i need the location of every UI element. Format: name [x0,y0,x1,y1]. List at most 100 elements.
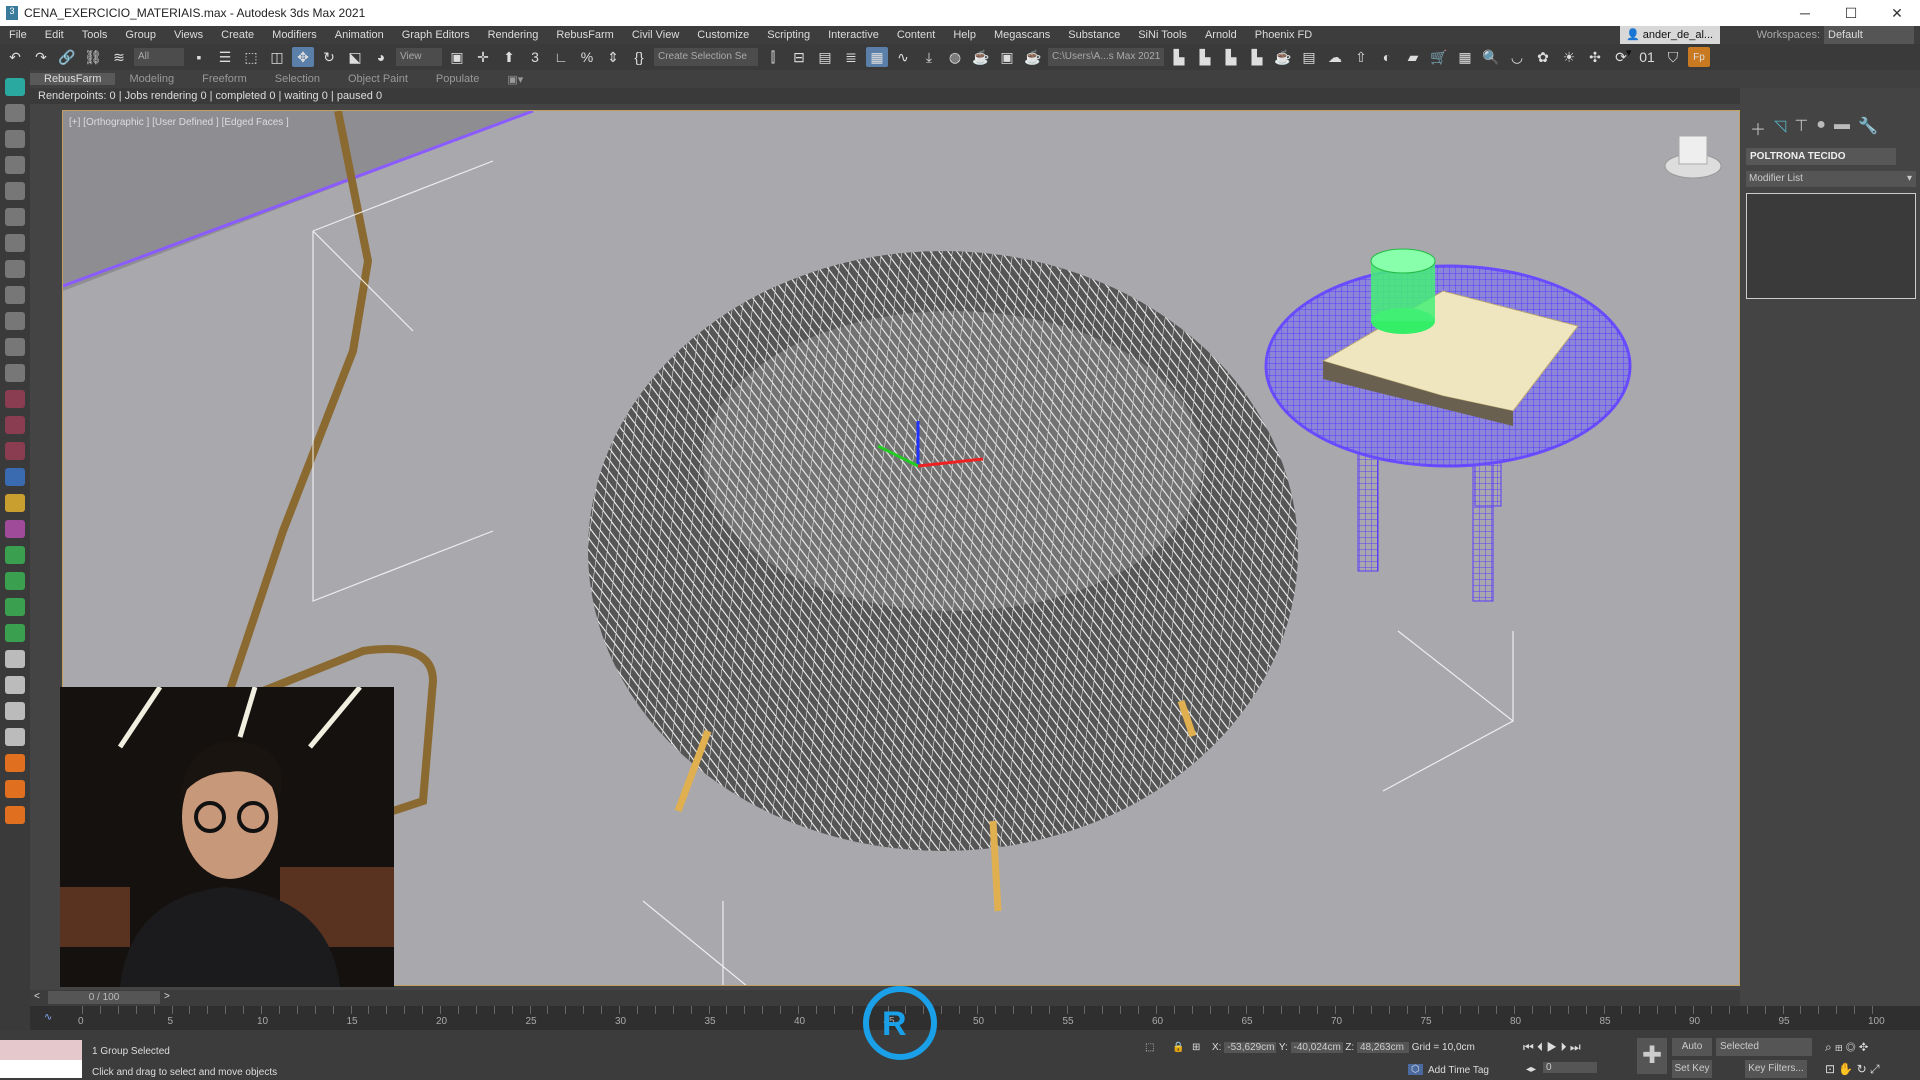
z-coordinate-field[interactable]: 48,263cm [1356,1042,1409,1053]
keyboard-shortcut-icon[interactable]: ⬆ [498,47,520,67]
lock-icon[interactable]: 🔒 [1172,1042,1184,1053]
fire-icon[interactable] [5,780,25,798]
tool-icon[interactable] [5,416,25,434]
y-coordinate-field[interactable]: -40,024cm [1290,1042,1343,1053]
menu-megascans[interactable]: Megascans [985,29,1059,41]
tool-icon[interactable] [5,234,25,252]
maxscript-listener[interactable] [0,1040,82,1060]
toggle-ribbon-icon[interactable]: ▦ [866,47,888,67]
undo-icon[interactable]: ↶ [4,47,26,67]
stop-icon[interactable] [5,702,25,720]
placement-icon[interactable]: ◕ [370,47,392,67]
select-by-name-icon[interactable]: ☰ [214,47,236,67]
tool-icon[interactable] [5,494,25,512]
upload-icon[interactable]: ⇧ [1350,47,1372,67]
mirror-icon[interactable]: ⫿ [762,47,784,67]
close-button[interactable]: ✕ [1874,0,1920,26]
folder-icon[interactable]: ▰ [1402,47,1424,67]
render-setup-icon[interactable]: ☕ [970,47,992,67]
named-selection-dropdown[interactable]: Create Selection Se [654,48,758,66]
motion-tab-icon[interactable]: ● [1816,116,1826,140]
user-account-dropdown[interactable]: 👤 ander_de_al... ▾ [1620,26,1720,59]
tab-rebusfarm[interactable]: RebusFarm [30,73,116,85]
cart-icon[interactable]: 🛒 [1428,47,1450,67]
sini-cart-icon[interactable]: ⛉ [1662,47,1684,67]
menu-views[interactable]: Views [165,29,212,41]
tool-icon[interactable] [5,260,25,278]
window-crossing-icon[interactable]: ◫ [266,47,288,67]
play-icon[interactable] [5,650,25,668]
tool-icon[interactable] [5,442,25,460]
layer-explorer-icon[interactable]: ≣ [840,47,862,67]
tool-icon[interactable] [5,104,25,122]
tool-icon[interactable] [5,468,25,486]
scene-explorer-icon[interactable]: ▤ [814,47,836,67]
edit-named-sets-icon[interactable]: {} [628,47,650,67]
tool-icon[interactable] [5,312,25,330]
set-key-button[interactable]: Set Key [1672,1060,1712,1078]
key-mode-icon[interactable]: ◂▸ [1526,1064,1536,1075]
set-key-big-button[interactable]: ✚ [1637,1038,1667,1074]
link-icon[interactable]: 🔗 [56,47,78,67]
schematic-view-icon[interactable]: ⤓ [918,47,940,67]
percent-snap-icon[interactable]: % [576,47,598,67]
viewcube[interactable] [1664,135,1722,179]
rotate-icon[interactable]: ↻ [318,47,340,67]
tool-icon[interactable] [5,182,25,200]
rebus-render-icon[interactable]: ☕ [1272,47,1294,67]
pivot-icon[interactable]: ▣ [446,47,468,67]
menu-interactive[interactable]: Interactive [819,29,888,41]
prev-frame-button[interactable]: < [34,991,40,1002]
sini-explorer-icon[interactable]: ▦ [1454,47,1476,67]
minimize-button[interactable]: ─ [1782,0,1828,26]
open-file-icon[interactable]: ▙ [1168,47,1190,67]
menu-content[interactable]: Content [888,29,945,41]
x-coordinate-field[interactable]: -53,629cm [1224,1042,1277,1053]
menu-scripting[interactable]: Scripting [758,29,819,41]
forest-pack-icon[interactable]: Fp [1688,47,1710,67]
align-icon[interactable]: ⊟ [788,47,810,67]
select-manipulate-icon[interactable]: ✛ [472,47,494,67]
menu-customize[interactable]: Customize [688,29,758,41]
cloud-icon[interactable]: ☁ [1324,47,1346,67]
pause-icon[interactable] [5,676,25,694]
isolate-icon[interactable]: ⬚ [1145,1042,1154,1053]
time-tag-icon[interactable]: ⬡ [1408,1064,1423,1075]
menu-create[interactable]: Create [212,29,263,41]
menu-arnold[interactable]: Arnold [1196,29,1246,41]
tool-icon[interactable] [5,546,25,564]
tab-object-paint[interactable]: Object Paint [334,73,422,85]
menu-help[interactable]: Help [944,29,985,41]
angle-snap-icon[interactable]: ∟ [550,47,572,67]
light-icon[interactable] [5,78,25,96]
rect-selection-icon[interactable]: ⬚ [240,47,262,67]
time-slider-thumb[interactable]: 0 / 100 [48,991,160,1004]
current-frame-field[interactable]: 0 [1543,1062,1597,1073]
tab-modeling[interactable]: Modeling [115,73,188,85]
sini-scatter-icon[interactable]: ✿ [1532,47,1554,67]
add-time-tag[interactable]: Add Time Tag [1428,1065,1489,1076]
menu-group[interactable]: Group [116,29,165,41]
menu-graph-editors[interactable]: Graph Editors [393,29,479,41]
ribbon-options-icon[interactable]: ▣▾ [493,73,537,86]
render-icon[interactable]: ☕ [1022,47,1044,67]
xref-icon[interactable]: ▙ [1220,47,1242,67]
sini-collapse-icon[interactable]: ✣ [1584,47,1606,67]
next-frame-button[interactable]: > [164,991,170,1002]
track-bar[interactable]: ∿ 0 5 10 15 20 25 30 35 40 45 50 55 60 65 70 75 80 85 90 95… [30,1006,1920,1030]
trash-icon[interactable] [5,728,25,746]
unlink-icon[interactable]: ⛓ [82,47,104,67]
select-object-icon[interactable]: ▪ [188,47,210,67]
tab-freeform[interactable]: Freeform [188,73,261,85]
tab-populate[interactable]: Populate [422,73,493,85]
reference-coord-dropdown[interactable]: View [396,48,442,66]
menu-substance[interactable]: Substance [1059,29,1129,41]
curve-editor-icon[interactable]: ∿ [892,47,914,67]
tool-icon[interactable] [5,130,25,148]
snap-toggle-icon[interactable]: 3 [524,47,546,67]
tool-icon[interactable] [5,572,25,590]
sini-hdri-icon[interactable]: ☀ [1558,47,1580,67]
modifier-list-dropdown[interactable]: Modifier List ▾ [1746,171,1916,187]
save-file-icon[interactable]: ▙ [1194,47,1216,67]
menu-file[interactable]: File [0,29,36,41]
